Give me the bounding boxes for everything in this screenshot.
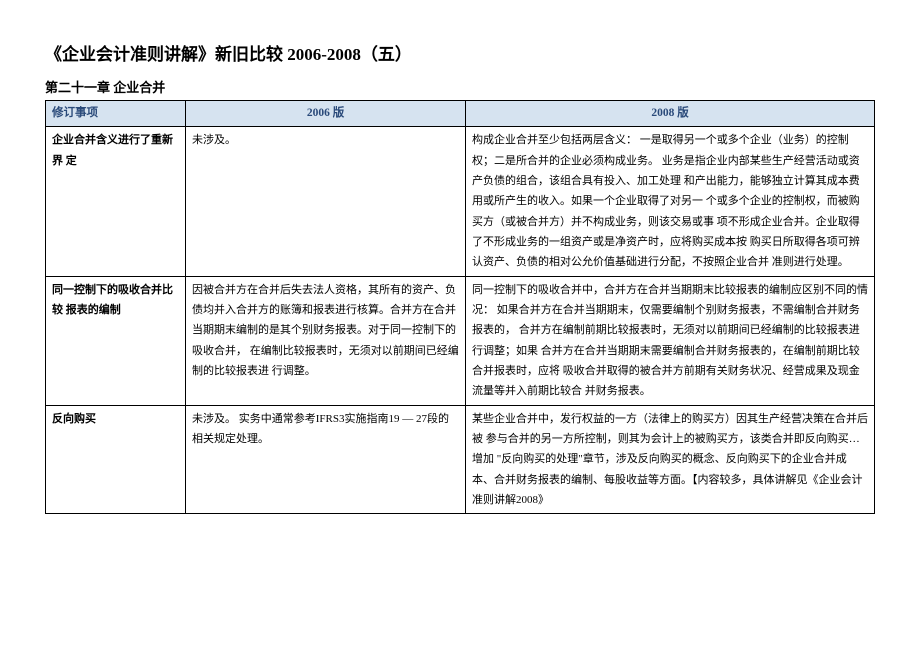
table-row: 企业合并含义进行了重新界 定 未涉及。 构成企业合并至少包括两层含义： 一是取得… xyxy=(46,127,875,276)
row-2006: 未涉及。 实务中通常参考IFRS3实施指南19 — 27段的相关规定处理。 xyxy=(186,405,466,514)
header-2008: 2008 版 xyxy=(466,101,875,127)
section-title: 第二十一章 企业合并 xyxy=(45,77,875,96)
table-row: 反向购买 未涉及。 实务中通常参考IFRS3实施指南19 — 27段的相关规定处… xyxy=(46,405,875,514)
comparison-table: 修订事项 2006 版 2008 版 企业合并含义进行了重新界 定 未涉及。 构… xyxy=(45,100,875,514)
table-header-row: 修订事项 2006 版 2008 版 xyxy=(46,101,875,127)
header-item: 修订事项 xyxy=(46,101,186,127)
row-item: 企业合并含义进行了重新界 定 xyxy=(46,127,186,276)
row-2008: 某些企业合并中，发行权益的一方（法律上的购买方）因其生产经营决策在合并后被 参与… xyxy=(466,405,875,514)
table-row: 同一控制下的吸收合并比较 报表的编制 因被合并方在合并后失去法人资格，其所有的资… xyxy=(46,276,875,405)
row-2006: 因被合并方在合并后失去法人资格，其所有的资产、负债均并入合并方的账簿和报表进行核… xyxy=(186,276,466,405)
row-2006: 未涉及。 xyxy=(186,127,466,276)
document-title: 《企业会计准则讲解》新旧比较 2006-2008（五） xyxy=(45,40,875,65)
header-2006: 2006 版 xyxy=(186,101,466,127)
row-2008: 构成企业合并至少包括两层含义： 一是取得另一个或多个企业（业务）的控制权；二是所… xyxy=(466,127,875,276)
row-item: 同一控制下的吸收合并比较 报表的编制 xyxy=(46,276,186,405)
row-item: 反向购买 xyxy=(46,405,186,514)
row-2008: 同一控制下的吸收合并中，合并方在合并当期期末比较报表的编制应区别不同的情况： 如… xyxy=(466,276,875,405)
